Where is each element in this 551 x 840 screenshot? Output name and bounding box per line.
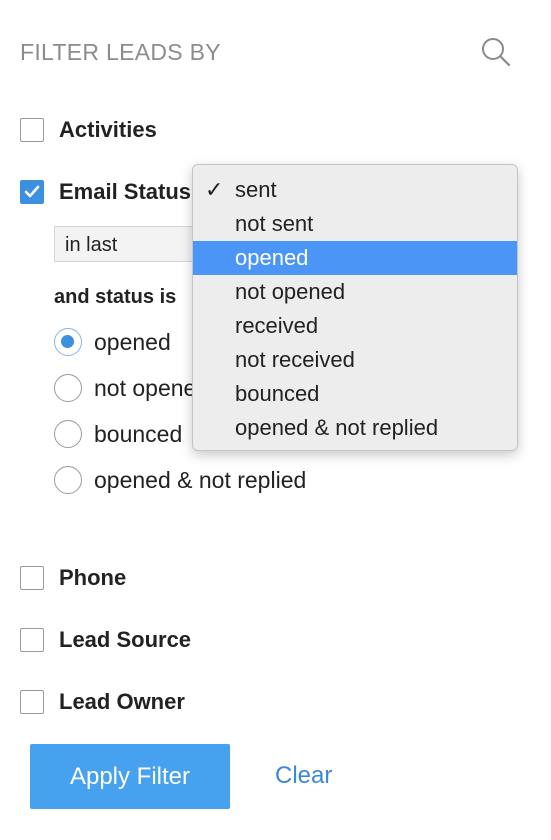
- period-select[interactable]: in last: [54, 226, 204, 262]
- dropdown-item-opened-not-replied[interactable]: opened & not replied: [193, 411, 517, 445]
- status-heading: and status is: [54, 286, 177, 308]
- filter-lead-owner[interactable]: Lead Owner: [20, 689, 185, 715]
- phone-checkbox[interactable]: [20, 566, 44, 590]
- radio-option-not-opened[interactable]: not opened: [54, 374, 209, 402]
- radio-button[interactable]: [54, 328, 82, 356]
- dropdown-item-label: opened: [235, 245, 309, 270]
- radio-label: opened & not replied: [94, 466, 307, 493]
- lead-source-checkbox[interactable]: [20, 628, 44, 652]
- filter-lead-source[interactable]: Lead Source: [20, 627, 191, 653]
- dropdown-item-label: opened & not replied: [235, 415, 439, 440]
- dropdown-item-bounced[interactable]: bounced: [193, 377, 517, 411]
- search-icon[interactable]: [480, 36, 512, 68]
- phone-label: Phone: [59, 565, 127, 590]
- email-status-label: Email Status: [59, 179, 192, 204]
- filter-phone[interactable]: Phone: [20, 565, 126, 591]
- dropdown-item-sent[interactable]: ✓ sent: [193, 173, 517, 207]
- radio-button[interactable]: [54, 420, 82, 448]
- filter-header-title: FILTER LEADS BY: [20, 39, 221, 65]
- radio-option-opened[interactable]: opened: [54, 328, 171, 356]
- dropdown-item-not-received[interactable]: not received: [193, 343, 517, 377]
- dropdown-item-not-opened[interactable]: not opened: [193, 275, 517, 309]
- checkmark-icon: ✓: [205, 177, 224, 202]
- radio-button[interactable]: [54, 374, 82, 402]
- dropdown-item-label: not sent: [235, 211, 314, 236]
- dropdown-item-not-sent[interactable]: not sent: [193, 207, 517, 241]
- apply-filter-button[interactable]: Apply Filter: [30, 744, 230, 809]
- dropdown-item-label: not received: [235, 347, 355, 372]
- dropdown-item-label: bounced: [235, 381, 320, 406]
- dropdown-item-received[interactable]: received: [193, 309, 517, 343]
- email-status-dropdown-menu[interactable]: ✓ sent not sent opened not opened receiv…: [192, 164, 518, 451]
- radio-label: opened: [94, 328, 171, 355]
- activities-checkbox[interactable]: [20, 118, 44, 142]
- lead-owner-checkbox[interactable]: [20, 690, 44, 714]
- email-status-checkbox[interactable]: [20, 180, 44, 204]
- radio-button[interactable]: [54, 466, 82, 494]
- filter-activities[interactable]: Activities: [20, 117, 157, 143]
- dropdown-item-label: received: [235, 313, 319, 338]
- dropdown-item-label: not opened: [235, 279, 346, 304]
- activities-label: Activities: [59, 117, 157, 142]
- filter-email-status[interactable]: Email Status: [20, 179, 191, 205]
- dropdown-item-opened[interactable]: opened: [193, 241, 517, 275]
- radio-label: bounced: [94, 420, 183, 447]
- radio-option-opened-not-replied[interactable]: opened & not replied: [54, 466, 306, 494]
- lead-owner-label: Lead Owner: [59, 689, 185, 714]
- lead-source-label: Lead Source: [59, 627, 192, 652]
- dropdown-item-label: sent: [235, 177, 277, 202]
- checkmark-icon: [24, 185, 40, 198]
- radio-option-bounced[interactable]: bounced: [54, 420, 182, 448]
- clear-link[interactable]: Clear: [275, 762, 332, 790]
